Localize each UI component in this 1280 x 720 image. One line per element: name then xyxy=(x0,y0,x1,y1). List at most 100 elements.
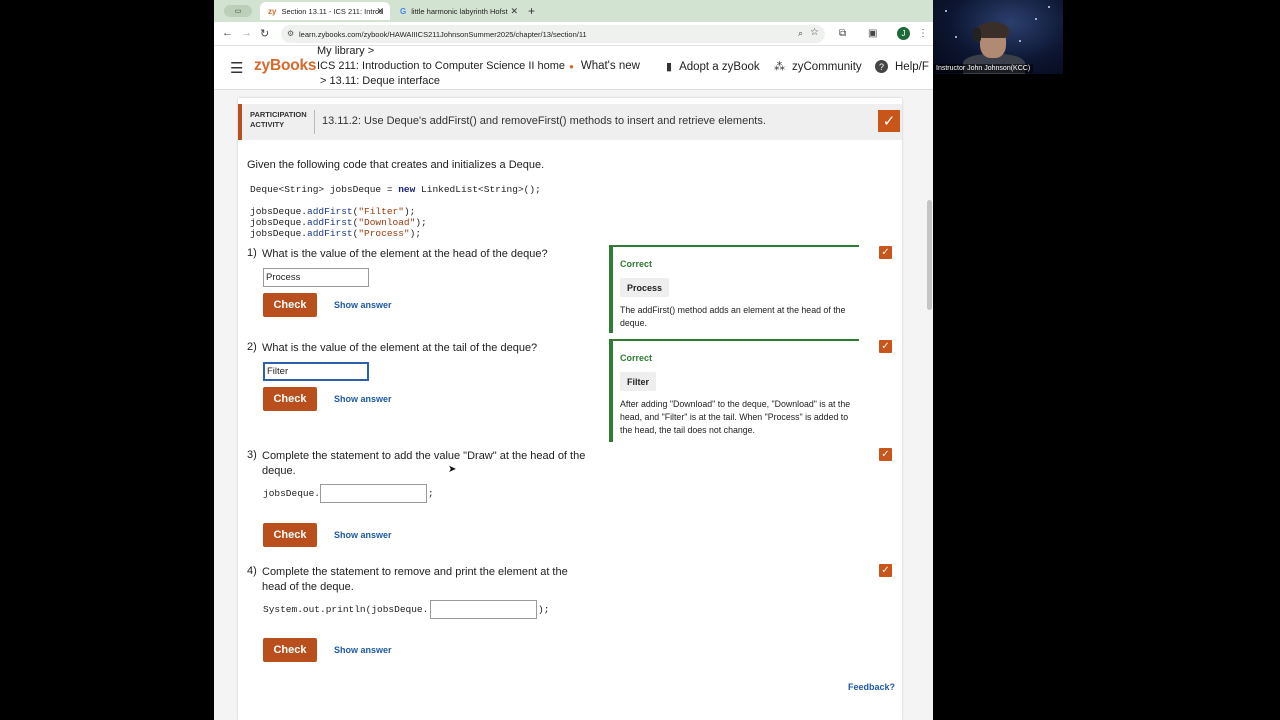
question-3-text: Complete the statement to add the value … xyxy=(262,450,586,477)
question-number: 1) xyxy=(247,247,257,259)
zybooks-header: ☰ zyBooks My library > ICS 211: Introduc… xyxy=(214,45,933,90)
close-tab-icon[interactable]: ✕ xyxy=(510,6,518,17)
question-number: 4) xyxy=(247,565,257,577)
back-arrow-icon[interactable]: ← xyxy=(222,27,233,39)
question-2-feedback: Correct Filter After adding "Download" t… xyxy=(609,339,859,442)
question-1-complete-check-icon: ✓ xyxy=(879,246,892,259)
star xyxy=(945,10,947,12)
activity-intro: Given the following code that creates an… xyxy=(247,159,545,171)
reload-icon[interactable]: ↻ xyxy=(260,27,269,40)
question-4-text: Complete the statement to remove and pri… xyxy=(262,566,568,593)
webcam-name-label: Instructor John Johnson(KCC) xyxy=(933,64,1034,73)
google-favicon-icon: G xyxy=(400,6,407,16)
browser-window: ▭ zy Section 13.11 - ICS 211: Introd ✕ G… xyxy=(214,0,933,720)
feedback-link[interactable]: Feedback? xyxy=(848,682,895,692)
question-4-code-suffix: ); xyxy=(538,604,550,615)
question-3-code-suffix: ; xyxy=(428,488,434,499)
participation-activity-card: PARTICIPATION ACTIVITY 13.11.2: Use Dequ… xyxy=(238,98,902,720)
question-2-complete-check-icon: ✓ xyxy=(879,340,892,353)
question-3-show-answer-link[interactable]: Show answer xyxy=(334,530,392,540)
star xyxy=(1035,18,1037,20)
question-2-text: What is the value of the element at the … xyxy=(262,342,538,354)
profile-avatar[interactable]: J xyxy=(897,27,910,40)
nav-help[interactable]: ? Help/F xyxy=(875,60,929,73)
bookmark-star-icon[interactable]: ☆ xyxy=(810,27,819,38)
site-info-icon[interactable]: ⚙ xyxy=(287,29,294,38)
forward-arrow-icon[interactable]: → xyxy=(241,27,252,39)
mouse-cursor-icon: ➤ xyxy=(448,464,457,475)
tab-title: little harmonic labyrinth Hofst xyxy=(411,6,508,16)
activity-type-label: PARTICIPATION ACTIVITY xyxy=(250,110,314,130)
activity-header: PARTICIPATION ACTIVITY 13.11.2: Use Dequ… xyxy=(238,104,902,140)
page-scrollbar[interactable] xyxy=(925,90,933,720)
feedback-status: Correct xyxy=(620,353,653,363)
question-1-answer-input[interactable]: Process xyxy=(263,268,369,287)
url-text: learn.zybooks.com/zybook/HAWAIIICS211Joh… xyxy=(299,29,587,39)
question-4-check-button[interactable]: Check xyxy=(263,638,317,662)
question-3-check-button[interactable]: Check xyxy=(263,523,317,547)
nav-community[interactable]: ⁂ zyCommunity xyxy=(774,60,862,74)
tab-strip: ▭ zy Section 13.11 - ICS 211: Introd ✕ G… xyxy=(214,0,933,22)
question-4-code-prefix: System.out.println(jobsDeque. xyxy=(263,604,429,615)
instructor-hair xyxy=(977,22,1009,38)
question-4-show-answer-link[interactable]: Show answer xyxy=(334,645,392,655)
code-line-add1: jobsDeque.addFirst("Filter"); xyxy=(250,206,416,217)
question-2-show-answer-link[interactable]: Show answer xyxy=(334,394,392,404)
question-3-code-prefix: jobsDeque. xyxy=(263,488,321,499)
star xyxy=(1019,40,1021,42)
instructor-webcam: Instructor John Johnson(KCC) xyxy=(933,0,1063,74)
zybooks-favicon-icon: zy xyxy=(268,6,277,16)
star xyxy=(955,36,957,38)
content-area: PARTICIPATION ACTIVITY 13.11.2: Use Dequ… xyxy=(214,90,933,720)
activity-title: 13.11.2: Use Deque's addFirst() and remo… xyxy=(322,115,766,127)
book-icon: ▮ xyxy=(666,61,673,73)
feedback-status: Correct xyxy=(620,259,653,269)
hamburger-menu-icon[interactable]: ☰ xyxy=(230,59,243,77)
extensions-icon[interactable]: ⧉ xyxy=(839,28,846,39)
nav-whats-new-label: What's new xyxy=(580,60,640,72)
headset-icon xyxy=(973,28,981,42)
question-4-answer-input[interactable] xyxy=(430,600,537,619)
code-line-add2: jobsDeque.addFirst("Download"); xyxy=(250,217,427,228)
question-3-answer-input[interactable] xyxy=(320,484,427,503)
divider xyxy=(314,110,315,134)
breadcrumb-section: > 13.11: Deque interface xyxy=(320,75,440,87)
breadcrumb-library[interactable]: My library > xyxy=(317,45,374,57)
activity-complete-check-icon: ✓ xyxy=(878,110,900,132)
cast-icon[interactable]: ▣ xyxy=(868,28,877,39)
breadcrumb-course[interactable]: ICS 211: Introduction to Computer Scienc… xyxy=(317,60,565,72)
close-tab-icon[interactable]: ✕ xyxy=(376,6,384,17)
feedback-explanation: After adding "Download" to the deque, "D… xyxy=(620,399,851,435)
question-2-check-button[interactable]: Check xyxy=(263,387,317,411)
zoom-icon[interactable]: ⌕ xyxy=(798,28,803,39)
question-1-feedback: Correct Process The addFirst() method ad… xyxy=(609,245,859,333)
nav-whats-new[interactable]: ● What's new xyxy=(569,60,640,72)
tab-search-icon[interactable]: ▭ xyxy=(224,5,252,17)
tab-title: Section 13.11 - ICS 211: Introd xyxy=(281,6,384,16)
menu-kebab-icon[interactable]: ⋮ xyxy=(918,28,928,39)
activity-type-line2: ACTIVITY xyxy=(250,120,285,129)
nav-adopt-label: Adopt a zyBook xyxy=(679,60,760,73)
question-1-show-answer-link[interactable]: Show answer xyxy=(334,300,392,310)
feedback-explanation: The addFirst() method adds an element at… xyxy=(620,305,846,328)
question-1-text: What is the value of the element at the … xyxy=(262,248,548,260)
activity-type-line1: PARTICIPATION xyxy=(250,110,307,119)
new-tab-button[interactable]: + xyxy=(528,4,535,18)
star xyxy=(1048,6,1050,8)
question-3-complete-check-icon: ✓ xyxy=(879,448,892,461)
help-icon: ? xyxy=(875,60,888,73)
question-2-answer-input[interactable]: Filter xyxy=(263,362,369,381)
nav-help-label: Help/F xyxy=(895,60,929,73)
tab-search[interactable]: G little harmonic labyrinth Hofst ✕ xyxy=(392,2,524,20)
question-1-check-button[interactable]: Check xyxy=(263,293,317,317)
feedback-answer-chip: Process xyxy=(620,278,670,297)
scrollbar-thumb[interactable] xyxy=(927,200,932,310)
question-number: 3) xyxy=(247,449,257,461)
code-line-declaration: Deque<String> jobsDeque = new LinkedList… xyxy=(250,184,541,195)
new-dot-icon: ● xyxy=(569,61,574,71)
address-bar[interactable]: ⚙ learn.zybooks.com/zybook/HAWAIIICS211J… xyxy=(281,25,825,43)
nav-adopt[interactable]: ▮ Adopt a zyBook xyxy=(666,60,760,74)
tab-zybooks[interactable]: zy Section 13.11 - ICS 211: Introd ✕ xyxy=(260,2,390,20)
code-line-add3: jobsDeque.addFirst("Process"); xyxy=(250,228,422,239)
zybooks-logo[interactable]: zyBooks xyxy=(254,57,317,75)
